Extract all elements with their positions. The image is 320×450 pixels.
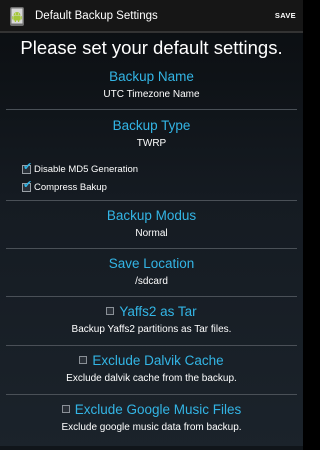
backup-type-setting[interactable]: Backup Type TWRP <box>6 118 297 149</box>
divider <box>6 109 297 110</box>
checkmark-icon: ✔ <box>23 179 33 191</box>
backup-type-label: Backup Type <box>112 118 191 133</box>
exclude-google-music-description: Exclude google music data from backup. <box>61 422 242 433</box>
screen: Default Backup Settings SAVE Please set … <box>0 0 303 450</box>
divider <box>6 296 297 297</box>
backup-modus-setting[interactable]: Backup Modus Normal <box>6 208 297 239</box>
yaffs2-label: Yaffs2 as Tar <box>119 304 197 319</box>
backup-name-value: UTC Timezone Name <box>103 89 200 100</box>
action-bar: Default Backup Settings SAVE <box>0 0 303 33</box>
bottom-edge <box>0 446 303 450</box>
compress-backup-label: Compress Bakup <box>34 182 107 193</box>
yaffs2-description: Backup Yaffs2 partitions as Tar files. <box>71 324 232 335</box>
exclude-dalvik-description: Exclude dalvik cache from the backup. <box>66 373 237 384</box>
backup-type-value: TWRP <box>136 138 167 149</box>
compress-backup-checkbox[interactable]: ✔ Compress Bakup <box>22 179 107 193</box>
save-location-setting[interactable]: Save Location /sdcard <box>6 256 297 287</box>
save-location-value: /sdcard <box>135 276 168 287</box>
backup-modus-label: Backup Modus <box>106 208 197 223</box>
disable-md5-label: Disable MD5 Generation <box>34 164 139 175</box>
exclude-dalvik-label: Exclude Dalvik Cache <box>92 353 224 368</box>
save-location-label: Save Location <box>108 256 195 271</box>
backup-modus-value: Normal <box>135 228 168 239</box>
checkbox-icon[interactable] <box>61 405 70 413</box>
backup-name-setting[interactable]: Backup Name UTC Timezone Name <box>6 69 297 100</box>
android-icon[interactable] <box>5 4 29 28</box>
exclude-google-music-setting[interactable]: Exclude Google Music Files Exclude googl… <box>6 402 297 433</box>
yaffs2-setting[interactable]: Yaffs2 as Tar Backup Yaffs2 partitions a… <box>6 304 297 335</box>
checkbox-icon[interactable]: ✔ <box>22 161 33 174</box>
checkbox-icon[interactable] <box>79 356 88 364</box>
window-title: Default Backup Settings <box>35 9 158 22</box>
page-heading: Please set your default settings. <box>20 37 283 58</box>
exclude-dalvik-setting[interactable]: Exclude Dalvik Cache Exclude dalvik cach… <box>6 353 297 384</box>
save-button[interactable]: SAVE <box>275 11 296 20</box>
backup-name-label: Backup Name <box>109 69 194 84</box>
disable-md5-checkbox[interactable]: ✔ Disable MD5 Generation <box>22 161 139 175</box>
checkbox-icon[interactable]: ✔ <box>22 179 33 192</box>
exclude-google-music-label: Exclude Google Music Files <box>74 402 242 417</box>
divider <box>6 394 297 395</box>
checkbox-icon[interactable] <box>106 307 115 315</box>
divider <box>6 345 297 346</box>
divider <box>6 200 297 201</box>
checkmark-icon: ✔ <box>23 161 33 173</box>
divider <box>6 248 297 249</box>
